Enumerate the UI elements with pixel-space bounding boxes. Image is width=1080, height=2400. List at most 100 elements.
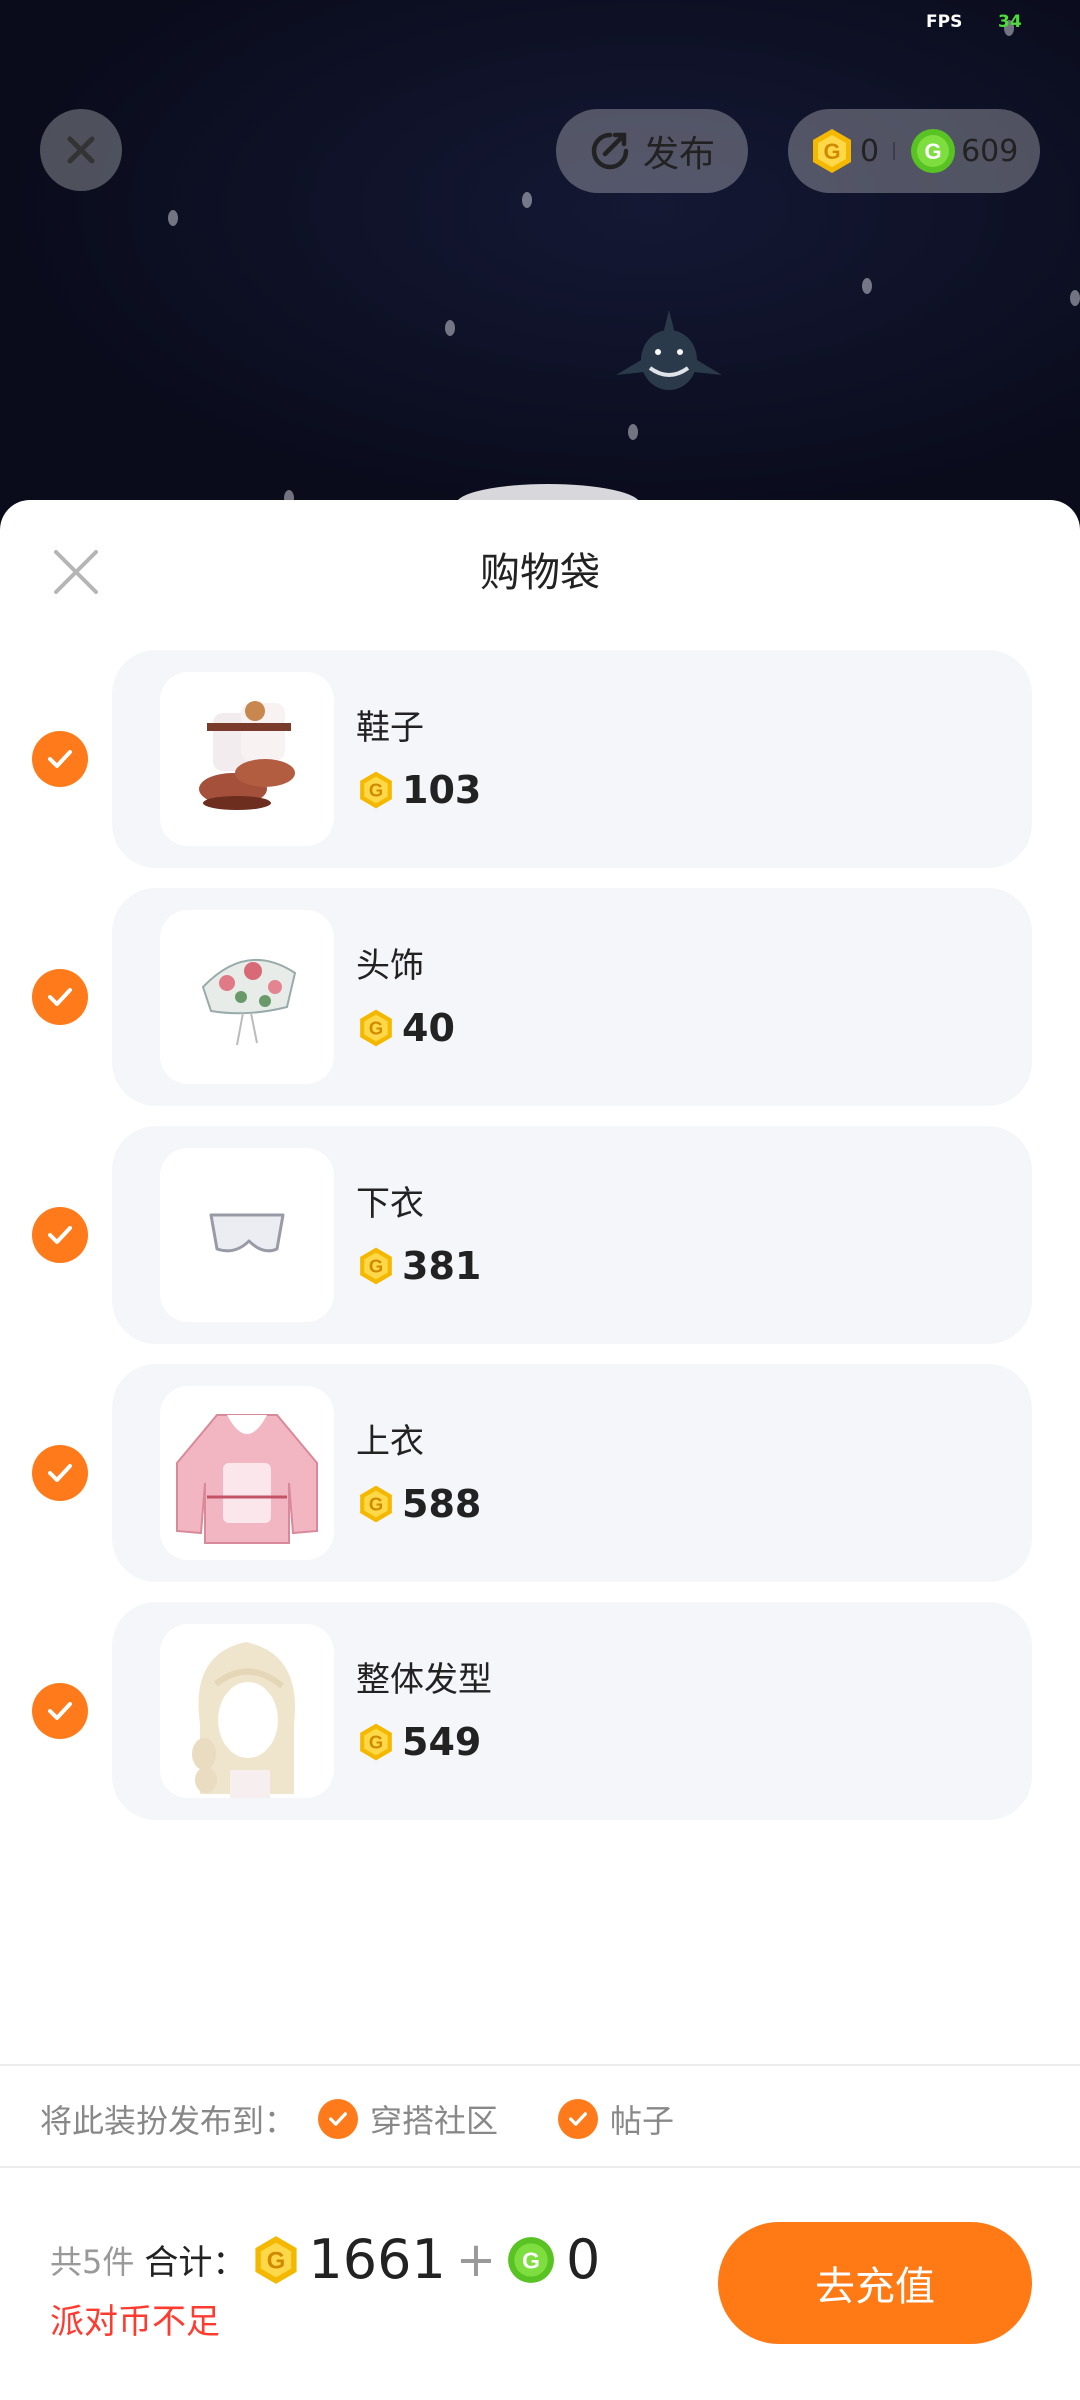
close-button[interactable] — [40, 109, 122, 191]
gold-total: 1661 — [308, 2228, 446, 2291]
green-coin-icon: G — [508, 2236, 554, 2283]
item-price: G 103 — [356, 768, 481, 812]
checkmark-icon — [48, 988, 72, 1006]
item-thumbnail — [160, 1386, 334, 1560]
svg-text:G: G — [267, 2247, 286, 2274]
divider — [0, 2064, 1080, 2066]
gold-balance: 0 — [860, 133, 880, 169]
checkmark-icon — [329, 2112, 347, 2126]
item-price: G 588 — [356, 1482, 481, 1526]
shark-character-icon — [616, 310, 722, 390]
publish-option-post[interactable]: 帖子 — [558, 2096, 674, 2142]
item-name: 上衣 — [356, 1422, 424, 1462]
cart-item[interactable]: 下衣 G 381 — [0, 1126, 1080, 1344]
svg-text:G: G — [369, 1732, 383, 1753]
particle — [522, 192, 532, 208]
hairstyle-icon — [192, 1642, 295, 1798]
fps-value: 34 — [998, 12, 1022, 32]
svg-text:G: G — [522, 2247, 540, 2273]
currency-balance[interactable]: G 0 G 609 — [788, 109, 1040, 193]
publish-button[interactable]: 发布 — [556, 109, 748, 193]
total-summary: 共5件 合计： G 1661 + G 0 — [50, 2228, 600, 2291]
checkmark-icon — [48, 1226, 72, 1244]
item-thumbnail — [160, 672, 334, 846]
checkmark-icon — [569, 2112, 588, 2126]
svg-text:G: G — [369, 1256, 383, 1277]
gold-coin-icon: G — [360, 1485, 392, 1523]
scene-background: FPS 34 发布 G 0 G 609 — [0, 0, 1080, 520]
item-count: 共5件 — [50, 2242, 135, 2281]
item-thumbnail — [160, 1148, 334, 1322]
item-checkbox[interactable] — [32, 1683, 88, 1739]
option-label: 帖子 — [610, 2102, 675, 2140]
item-thumbnail — [160, 1624, 334, 1798]
divider — [0, 2166, 1080, 2168]
cart-item[interactable]: 鞋子 G 103 — [0, 650, 1080, 868]
svg-text:G: G — [823, 139, 840, 164]
green-balance: 609 — [961, 133, 1019, 169]
item-card[interactable]: 头饰 G 40 — [112, 888, 1032, 1106]
gold-coin-icon: G — [360, 771, 392, 809]
item-name: 整体发型 — [356, 1660, 492, 1700]
particle — [168, 210, 178, 226]
gold-coin-icon: G — [360, 1723, 392, 1761]
item-checkbox[interactable] — [32, 969, 88, 1025]
cart-item[interactable]: 上衣 G 588 — [0, 1364, 1080, 1582]
total-label: 合计： — [144, 2243, 247, 2283]
headwear-icon — [201, 959, 297, 1046]
item-name: 鞋子 — [356, 708, 424, 748]
publish-option-outfit-community[interactable]: 穿搭社区 — [318, 2096, 498, 2142]
plus-sign: + — [455, 2231, 497, 2288]
item-price-value: 40 — [402, 1006, 455, 1050]
cart-item[interactable]: 头饰 G 40 — [0, 888, 1080, 1106]
item-checkbox[interactable] — [32, 1207, 88, 1263]
item-checkbox[interactable] — [32, 731, 88, 787]
particle — [445, 320, 455, 336]
checkmark-icon — [48, 750, 72, 768]
svg-text:G: G — [369, 780, 383, 801]
sheet-title: 购物袋 — [480, 550, 600, 596]
item-card[interactable]: 整体发型 G 549 — [112, 1602, 1032, 1820]
item-price: G 549 — [356, 1720, 481, 1764]
option-checkbox[interactable] — [558, 2099, 599, 2139]
item-price: G 40 — [356, 1006, 455, 1050]
item-price: G 381 — [356, 1244, 481, 1288]
item-name: 头饰 — [356, 946, 424, 986]
svg-text:G: G — [369, 1018, 383, 1039]
item-thumbnail — [160, 910, 334, 1084]
particle — [1070, 290, 1080, 306]
gold-coin-icon: G — [813, 129, 851, 173]
separator — [893, 142, 896, 160]
option-checkbox[interactable] — [318, 2099, 359, 2139]
publish-label: 发布 — [642, 134, 715, 175]
boots-icon — [199, 701, 295, 810]
item-checkbox[interactable] — [32, 1445, 88, 1501]
close-icon — [67, 136, 95, 164]
checkmark-icon — [48, 1464, 72, 1482]
option-label: 穿搭社区 — [370, 2102, 499, 2140]
svg-text:G: G — [925, 139, 942, 164]
sweater-icon — [176, 1414, 318, 1544]
item-card[interactable]: 上衣 G 588 — [112, 1364, 1032, 1582]
item-price-value: 381 — [402, 1244, 482, 1288]
item-name: 下衣 — [356, 1184, 424, 1224]
green-coin-icon: G — [911, 129, 956, 173]
gold-coin-icon: G — [255, 2235, 297, 2284]
item-card[interactable]: 下衣 G 381 — [112, 1126, 1032, 1344]
publish-icon — [591, 132, 629, 170]
gold-coin-icon: G — [360, 1247, 392, 1285]
cart-item[interactable]: 整体发型 G 549 — [0, 1602, 1080, 1820]
publish-to-label: 将此装扮发布到： — [40, 2102, 297, 2140]
svg-text:G: G — [369, 1494, 383, 1515]
item-card[interactable]: 鞋子 G 103 — [112, 650, 1032, 868]
particle — [862, 278, 872, 294]
item-price-value: 549 — [402, 1720, 482, 1764]
green-total: 0 — [566, 2228, 601, 2291]
bottoms-icon — [209, 1213, 285, 1253]
checkmark-icon — [48, 1702, 72, 1720]
item-price-value: 103 — [402, 768, 482, 812]
particle — [628, 424, 638, 440]
recharge-button[interactable]: 去充值 — [718, 2222, 1032, 2344]
publish-to-row: 将此装扮发布到： 穿搭社区 帖子 — [40, 2096, 674, 2142]
fps-label: FPS — [926, 12, 963, 32]
